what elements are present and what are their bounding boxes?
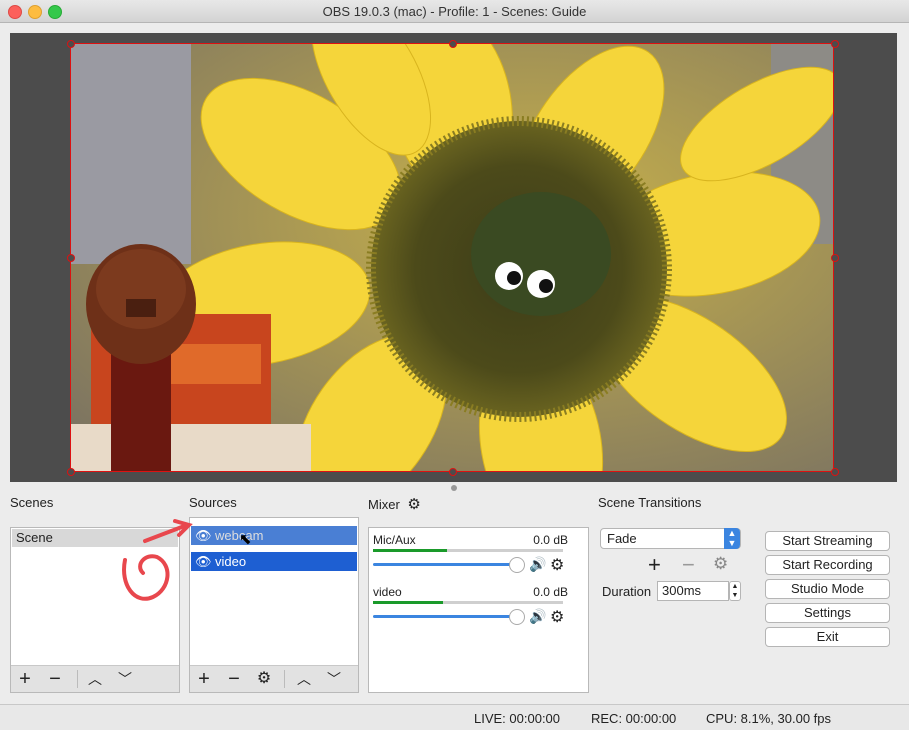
audio-mixer: Mic/Aux 0.0 dB 🔊 ⚙ video 0.0 dB 🔊 ⚙	[368, 527, 589, 693]
scene-transitions-label: Scene Transitions	[598, 495, 702, 510]
move-source-up-button[interactable]: ︿	[292, 667, 316, 691]
volume-slider[interactable]	[373, 615, 515, 618]
resize-handle-right[interactable]	[831, 254, 839, 262]
mixer-channel-name: Mic/Aux	[373, 533, 416, 547]
resize-handle-top[interactable]	[449, 40, 457, 48]
duration-input[interactable]: 300ms	[657, 581, 729, 601]
move-source-down-button[interactable]: ﹀	[322, 667, 346, 691]
add-source-button[interactable]: +	[192, 667, 216, 691]
chevron-updown-icon[interactable]: ▲ ▼	[724, 528, 740, 549]
duration-label: Duration	[602, 584, 652, 599]
live-timer: LIVE: 00:00:00	[474, 711, 561, 726]
speaker-icon[interactable]: 🔊	[529, 556, 546, 573]
exit-button[interactable]: Exit	[765, 627, 890, 647]
source-properties-gear-icon[interactable]: ⚙	[252, 667, 276, 691]
transition-selected-value: Fade	[607, 531, 637, 546]
source-item-video[interactable]: 👁 video	[191, 552, 357, 571]
sources-toolbar: + − ⚙ ︿ ﹀	[190, 665, 358, 692]
gear-icon[interactable]: ⚙	[407, 496, 420, 513]
mixer-label-text: Mixer	[368, 497, 400, 512]
splitter-handle[interactable]	[451, 485, 457, 491]
gear-icon[interactable]: ⚙	[550, 555, 564, 575]
move-scene-up-button[interactable]: ︿	[83, 667, 107, 691]
sunflower-video-frame	[71, 44, 833, 471]
resize-handle-bottom-right[interactable]	[831, 468, 839, 476]
volume-slider[interactable]	[373, 563, 515, 566]
rec-timer: REC: 00:00:00	[591, 711, 677, 726]
status-bar: LIVE: 00:00:00 REC: 00:00:00 CPU: 8.1%, …	[0, 704, 909, 730]
move-scene-down-button[interactable]: ﹀	[113, 667, 137, 691]
eye-icon[interactable]: 👁	[195, 526, 212, 545]
toolbar-divider	[284, 670, 285, 688]
source-item-webcam[interactable]: 👁 webcam	[191, 526, 357, 545]
remove-scene-button[interactable]: −	[43, 667, 67, 691]
sources-list[interactable]: 👁 webcam 👁 video + − ⚙ ︿ ﹀	[189, 517, 359, 693]
settings-button[interactable]: Settings	[765, 603, 890, 623]
volume-slider-knob[interactable]	[509, 557, 525, 573]
mixer-label: Mixer ⚙	[368, 495, 421, 513]
annotation-arrow-icon	[122, 519, 193, 601]
scenes-toolbar: + − ︿ ﹀	[11, 665, 179, 692]
window-title: OBS 19.0.3 (mac) - Profile: 1 - Scenes: …	[322, 4, 587, 19]
sources-label: Sources	[189, 495, 237, 510]
remove-source-button[interactable]: −	[222, 667, 246, 691]
gear-icon[interactable]: ⚙	[550, 607, 564, 627]
eye-icon[interactable]: 👁	[195, 552, 212, 571]
resize-handle-left[interactable]	[67, 254, 75, 262]
transition-select[interactable]: Fade ▲ ▼	[600, 528, 741, 549]
source-name: video	[215, 554, 247, 569]
speaker-icon[interactable]: 🔊	[529, 608, 546, 625]
mouse-cursor-icon: ⬉	[239, 531, 252, 548]
title-bar: OBS 19.0.3 (mac) - Profile: 1 - Scenes: …	[0, 0, 909, 23]
preview-canvas[interactable]	[10, 33, 897, 482]
add-transition-button[interactable]: +	[648, 552, 661, 578]
toolbar-divider	[77, 670, 78, 688]
add-scene-button[interactable]: +	[13, 667, 37, 691]
mixer-channel-name: video	[373, 585, 402, 599]
resize-handle-top-left[interactable]	[67, 40, 75, 48]
start-streaming-button[interactable]: Start Streaming	[765, 531, 890, 551]
resize-handle-bottom[interactable]	[449, 468, 457, 476]
studio-mode-button[interactable]: Studio Mode	[765, 579, 890, 599]
mixer-channel-level: 0.0 dB	[533, 533, 568, 547]
transition-properties-gear-icon[interactable]: ⚙	[713, 554, 728, 574]
start-recording-button[interactable]: Start Recording	[765, 555, 890, 575]
duration-stepper[interactable]: ▲ ▼	[729, 581, 741, 601]
cpu-fps-status: CPU: 8.1%, 30.00 fps	[706, 711, 832, 726]
remove-transition-button[interactable]: −	[682, 552, 695, 578]
mixer-channel-level: 0.0 dB	[533, 585, 568, 599]
volume-slider-knob[interactable]	[509, 609, 525, 625]
video-source-preview[interactable]	[70, 43, 834, 472]
audio-level-meter	[373, 549, 563, 552]
resize-handle-bottom-left[interactable]	[67, 468, 75, 476]
resize-handle-top-right[interactable]	[831, 40, 839, 48]
audio-level-meter	[373, 601, 563, 604]
scenes-label: Scenes	[10, 495, 54, 510]
